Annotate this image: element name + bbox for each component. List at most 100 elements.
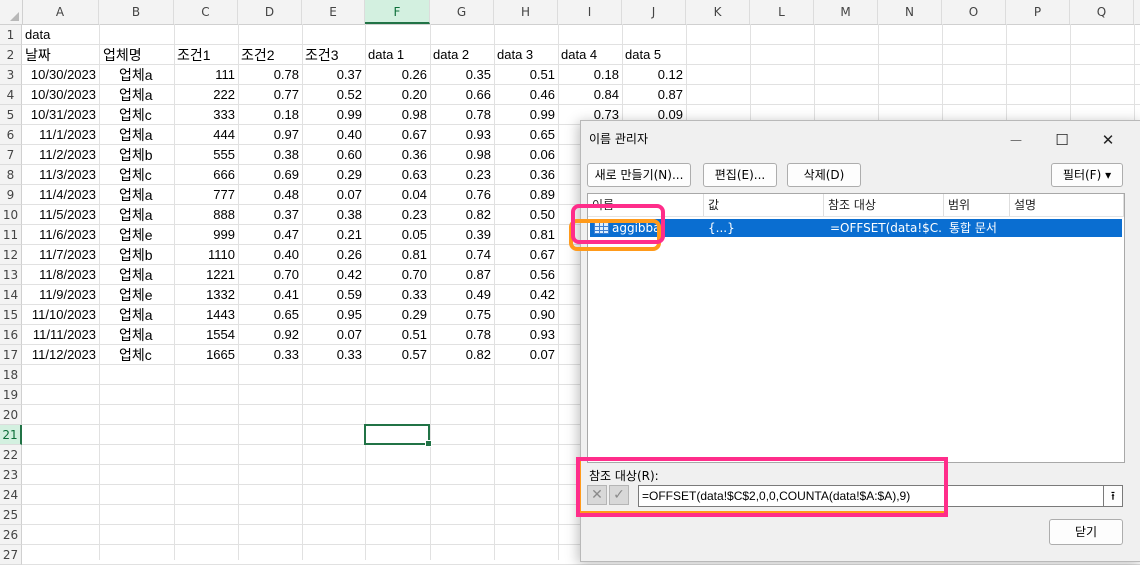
data-cell[interactable]: 0.52 [302, 85, 365, 105]
data-cell[interactable]: 11/9/2023 [22, 285, 99, 305]
data-cell[interactable]: 업체a [99, 305, 174, 325]
data-cell[interactable]: 0.42 [494, 285, 558, 305]
data-cell[interactable]: 999 [174, 225, 238, 245]
data-cell[interactable]: 업체c [99, 105, 174, 125]
data-cell[interactable]: 11/1/2023 [22, 125, 99, 145]
edit-name-button[interactable]: 편집(E)... [703, 163, 777, 187]
delete-name-button[interactable]: 삭제(D) [787, 163, 861, 187]
data-cell[interactable]: 0.38 [238, 145, 302, 165]
column-header-p[interactable]: P [1006, 0, 1070, 24]
data-cell[interactable]: 0.65 [238, 305, 302, 325]
data-cell[interactable]: 0.39 [430, 225, 494, 245]
data-cell[interactable]: 0.46 [494, 85, 558, 105]
data-cell[interactable]: 0.66 [430, 85, 494, 105]
data-cell[interactable]: 0.82 [430, 345, 494, 365]
column-header-scope[interactable]: 범위 [944, 194, 1010, 216]
close-button[interactable]: 닫기 [1049, 519, 1123, 545]
data-cell[interactable]: 0.40 [238, 245, 302, 265]
data-cell[interactable]: 0.87 [622, 85, 686, 105]
row-header-16[interactable]: 16 [0, 325, 22, 345]
data-cell[interactable]: 0.47 [238, 225, 302, 245]
data-cell[interactable]: 0.33 [302, 345, 365, 365]
data-cell[interactable]: 0.84 [558, 85, 622, 105]
data-cell[interactable]: 333 [174, 105, 238, 125]
column-header-comment[interactable]: 설명 [1010, 194, 1124, 216]
column-header-k[interactable]: K [686, 0, 750, 24]
filter-button[interactable]: 필터(F) ▾ [1051, 163, 1123, 187]
column-header-l[interactable]: L [750, 0, 814, 24]
data-cell[interactable]: 업체e [99, 225, 174, 245]
data-cell[interactable]: 0.29 [365, 305, 430, 325]
column-header-g[interactable]: G [430, 0, 494, 24]
data-cell[interactable]: 0.23 [430, 165, 494, 185]
data-cell[interactable]: 0.70 [365, 265, 430, 285]
row-header-20[interactable]: 20 [0, 405, 22, 425]
data-cell[interactable]: 0.23 [365, 205, 430, 225]
data-cell[interactable]: 0.38 [302, 205, 365, 225]
data-cell[interactable]: 0.78 [430, 105, 494, 125]
data-cell[interactable]: 0.18 [558, 65, 622, 85]
column-header-b[interactable]: B [99, 0, 174, 24]
data-cell[interactable]: 업체b [99, 145, 174, 165]
header-cell[interactable]: 업체명 [99, 45, 174, 65]
data-cell[interactable]: 0.65 [494, 125, 558, 145]
data-cell[interactable]: 업체e [99, 285, 174, 305]
column-header-m[interactable]: M [814, 0, 878, 24]
data-cell[interactable]: 0.98 [365, 105, 430, 125]
maximize-button[interactable]: ☐ [1047, 127, 1077, 153]
data-cell[interactable]: 0.06 [494, 145, 558, 165]
data-cell[interactable]: 0.51 [494, 65, 558, 85]
column-header-refers-to[interactable]: 참조 대상 [824, 194, 944, 216]
data-cell[interactable]: 0.93 [430, 125, 494, 145]
data-cell[interactable]: 0.67 [494, 245, 558, 265]
data-cell[interactable]: 1554 [174, 325, 238, 345]
data-cell[interactable]: 0.42 [302, 265, 365, 285]
data-cell[interactable]: 0.69 [238, 165, 302, 185]
data-cell[interactable]: 11/12/2023 [22, 345, 99, 365]
column-header-n[interactable]: N [878, 0, 942, 24]
header-cell[interactable]: 조건2 [238, 45, 302, 65]
row-header-23[interactable]: 23 [0, 465, 22, 485]
data-cell[interactable]: 0.50 [494, 205, 558, 225]
data-cell[interactable]: 0.70 [238, 265, 302, 285]
data-cell[interactable]: 0.26 [302, 245, 365, 265]
data-cell[interactable]: 1665 [174, 345, 238, 365]
data-cell[interactable]: 업체a [99, 125, 174, 145]
row-header-24[interactable]: 24 [0, 485, 22, 505]
names-list[interactable]: 이름 값 참조 대상 범위 설명 aggibba {...} =OFFSET(d… [587, 193, 1125, 463]
row-header-14[interactable]: 14 [0, 285, 22, 305]
row-header-15[interactable]: 15 [0, 305, 22, 325]
data-cell[interactable]: 업체a [99, 265, 174, 285]
column-header-f[interactable]: F [365, 0, 430, 24]
data-cell[interactable]: 777 [174, 185, 238, 205]
header-cell[interactable]: data 4 [558, 45, 622, 65]
row-header-17[interactable]: 17 [0, 345, 22, 365]
data-cell[interactable]: 0.29 [302, 165, 365, 185]
data-cell[interactable]: 1110 [174, 245, 238, 265]
cell-a1[interactable]: data [22, 25, 99, 45]
data-cell[interactable]: 0.90 [494, 305, 558, 325]
data-cell[interactable]: 0.12 [622, 65, 686, 85]
data-cell[interactable]: 0.87 [430, 265, 494, 285]
data-cell[interactable]: 0.51 [365, 325, 430, 345]
column-header-o[interactable]: O [942, 0, 1006, 24]
row-header-1[interactable]: 1 [0, 25, 22, 45]
column-header-c[interactable]: C [174, 0, 238, 24]
data-cell[interactable]: 0.74 [430, 245, 494, 265]
data-cell[interactable]: 0.97 [238, 125, 302, 145]
data-cell[interactable]: 0.89 [494, 185, 558, 205]
data-cell[interactable]: 1332 [174, 285, 238, 305]
data-cell[interactable]: 0.48 [238, 185, 302, 205]
data-cell[interactable]: 업체b [99, 245, 174, 265]
data-cell[interactable]: 10/30/2023 [22, 65, 99, 85]
column-header-h[interactable]: H [494, 0, 558, 24]
new-name-button[interactable]: 새로 만들기(N)... [587, 163, 691, 187]
column-header-q[interactable]: Q [1070, 0, 1134, 24]
data-cell[interactable]: 0.21 [302, 225, 365, 245]
data-cell[interactable]: 0.59 [302, 285, 365, 305]
close-window-button[interactable]: ✕ [1093, 127, 1123, 153]
row-header-10[interactable]: 10 [0, 205, 22, 225]
data-cell[interactable]: 업체a [99, 325, 174, 345]
column-header-a[interactable]: A [22, 0, 99, 24]
data-cell[interactable]: 업체a [99, 85, 174, 105]
